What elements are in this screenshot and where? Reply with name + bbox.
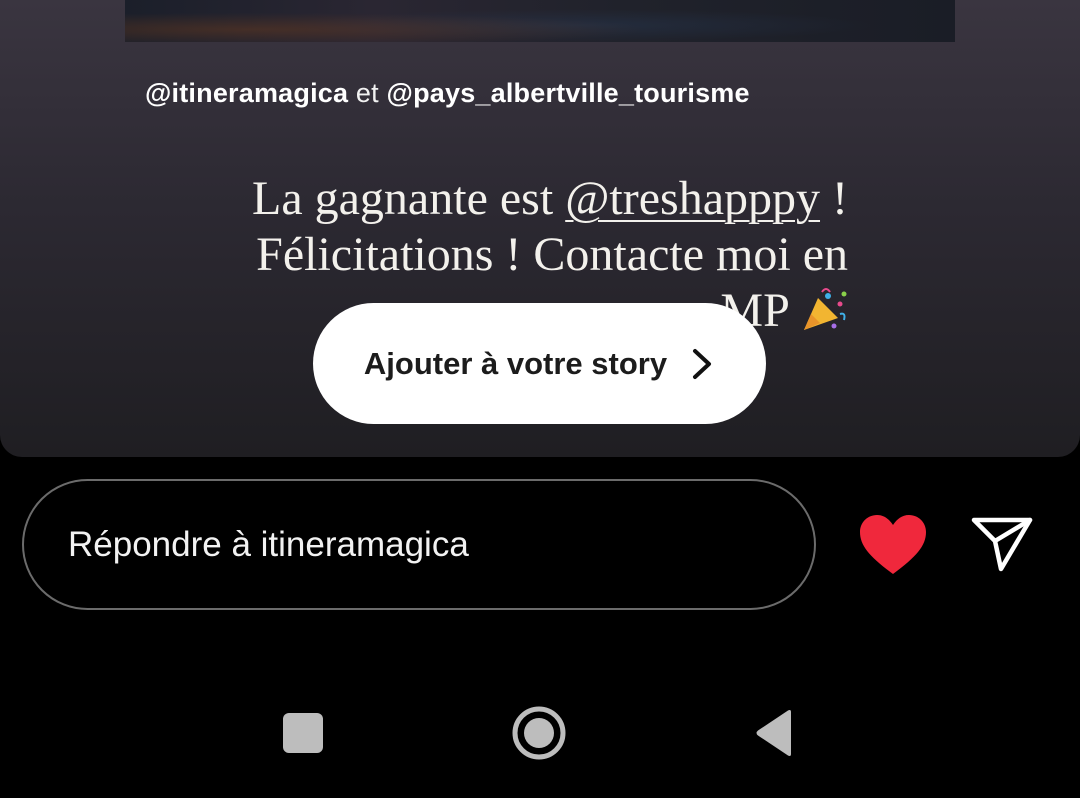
recents-square-icon[interactable] [283, 713, 323, 753]
story-mentions: @itineramagica et @pays_albertville_tour… [145, 78, 750, 109]
story-image [125, 0, 955, 42]
reply-input[interactable]: Répondre à itineramagica [22, 479, 816, 610]
add-to-story-label: Ajouter à votre story [363, 345, 668, 381]
caption-line-2: Félicitations ! Contacte moi en [256, 228, 848, 281]
mention-pays-albertville-tourisme[interactable]: @pays_albertville_tourisme [387, 78, 750, 108]
caption-text-2: ! [832, 172, 848, 225]
mention-conjunction: et [355, 78, 379, 108]
mention-itineramagica[interactable]: @itineramagica [145, 78, 348, 108]
party-popper-icon [800, 288, 848, 332]
back-triangle-icon[interactable] [753, 708, 795, 758]
heart-icon[interactable] [858, 514, 928, 576]
winner-mention[interactable]: @treshapppy [565, 172, 820, 225]
chevron-right-icon [689, 347, 715, 381]
add-to-story-button[interactable]: Ajouter à votre story [313, 303, 766, 424]
caption-text-1: La gagnante est [252, 172, 554, 225]
send-icon[interactable] [970, 514, 1034, 574]
home-circle-icon[interactable] [511, 705, 567, 761]
story-card[interactable]: @itineramagica et @pays_albertville_tour… [0, 0, 1080, 457]
reply-placeholder: Répondre à itineramagica [68, 524, 469, 564]
